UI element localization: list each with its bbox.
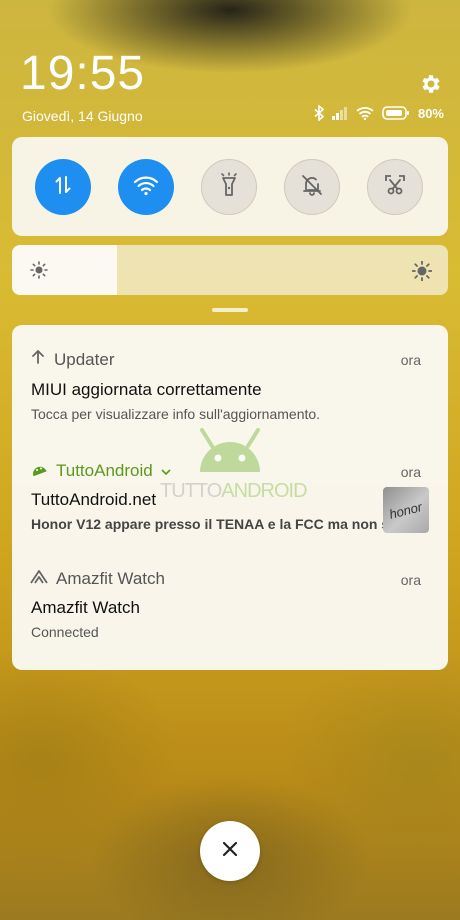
brightness-high-icon: [411, 260, 433, 286]
notification-time: ora: [400, 464, 421, 480]
status-bar: 80%: [314, 105, 444, 121]
notification-list: Updater ora MIUI aggiornata correttament…: [12, 325, 448, 670]
close-icon: [221, 840, 239, 863]
battery-icon: [382, 106, 410, 120]
mobile-data-icon: [51, 173, 75, 202]
mobile-data-toggle[interactable]: [35, 159, 91, 215]
date[interactable]: Giovedì, 14 Giugno: [22, 108, 143, 124]
notification-time: ora: [400, 352, 421, 368]
notification-app-name: Amazfit Watch: [56, 569, 165, 588]
brightness-slider[interactable]: [12, 245, 448, 295]
notification-title: Amazfit Watch: [31, 598, 140, 617]
notification-title: MIUI aggiornata correttamente: [31, 380, 262, 399]
flashlight-icon: [218, 171, 240, 203]
notification-time: ora: [400, 572, 421, 588]
notification-text: Connected: [31, 624, 99, 640]
flashlight-toggle[interactable]: [201, 159, 257, 215]
notification-app-name: TuttoAndroid: [56, 461, 153, 480]
clock[interactable]: 19:55: [20, 50, 145, 98]
notification-updater[interactable]: Updater ora MIUI aggiornata correttament…: [12, 325, 448, 443]
bell-off-icon: [300, 173, 324, 202]
android-icon: [30, 461, 48, 481]
brightness-low-icon: [30, 261, 48, 284]
notification-header: Updater: [30, 349, 114, 370]
thumbnail-text: honor: [388, 498, 424, 522]
amazfit-icon: [30, 569, 48, 589]
notification-title: TuttoAndroid.net: [31, 490, 157, 509]
quick-settings-panel: [12, 137, 448, 236]
panel-drag-handle[interactable]: [212, 308, 248, 312]
wifi-icon: [133, 174, 159, 201]
notification-text: Tocca per visualizzare info sull'aggiorn…: [31, 406, 321, 422]
battery-percent: 80%: [417, 105, 444, 121]
arrow-up-icon: [30, 349, 46, 370]
settings-gear-icon[interactable]: [419, 72, 443, 96]
notification-tuttoandroid[interactable]: TuttoAndroid ora TuttoAndroid.net Honor …: [12, 443, 448, 561]
notification-thumbnail: honor: [383, 487, 429, 533]
silent-toggle[interactable]: [284, 159, 340, 215]
bluetooth-icon: [314, 105, 324, 121]
brightness-fill: [12, 245, 117, 295]
notification-app-name: Updater: [54, 349, 115, 369]
screenshot-toggle[interactable]: [367, 159, 423, 215]
wifi-toggle[interactable]: [118, 159, 174, 215]
close-button[interactable]: [200, 821, 260, 881]
notification-amazfit[interactable]: Amazfit Watch ora Amazfit Watch Connecte…: [12, 561, 448, 670]
notification-header: Amazfit Watch: [30, 569, 165, 589]
notification-text: Honor V12 appare presso il TENAA e la FC…: [31, 516, 418, 532]
chevron-down-icon[interactable]: [161, 461, 171, 481]
scissors-icon: [383, 173, 407, 202]
wifi-status-icon: [356, 106, 374, 120]
signal-icon: [331, 106, 348, 120]
notification-header: TuttoAndroid: [30, 461, 171, 481]
